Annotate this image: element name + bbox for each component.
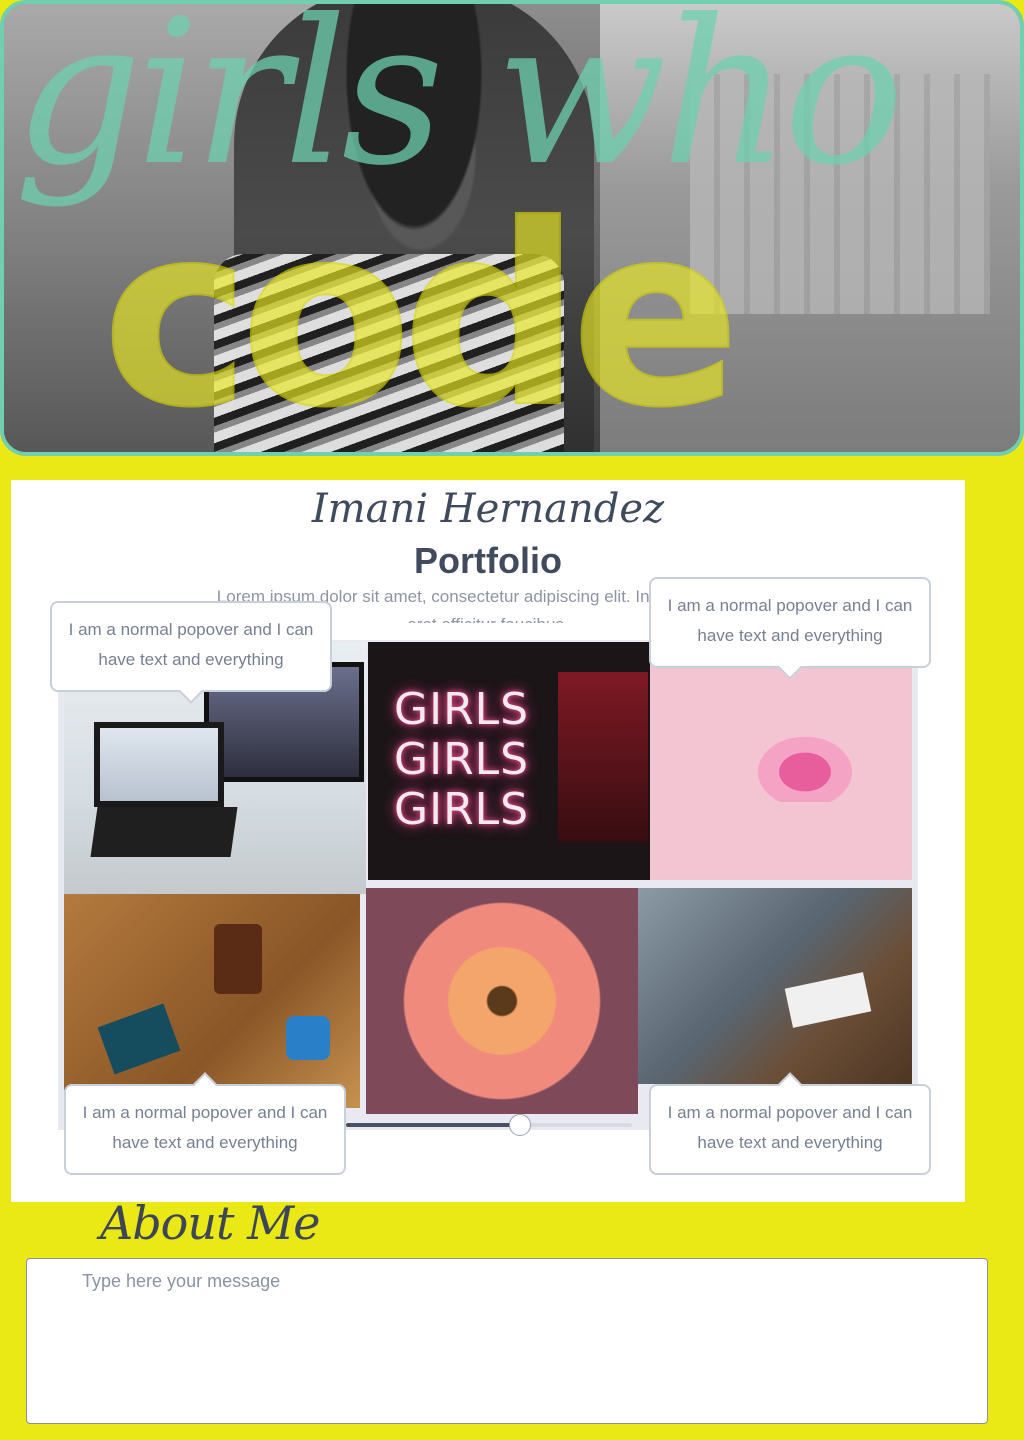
popover-bottom-right: I am a normal popover and I can have tex… xyxy=(649,1072,931,1175)
tablet-shape xyxy=(97,1003,181,1075)
popover-text: I am a normal popover and I can have tex… xyxy=(667,1103,913,1152)
portfolio-title: Portfolio xyxy=(414,540,562,581)
popover-text: I am a normal popover and I can have tex… xyxy=(68,620,314,669)
popover-top-right: I am a normal popover and I can have tex… xyxy=(649,577,931,680)
about-me-heading: About Me xyxy=(100,1196,320,1250)
gallery-image-desk[interactable] xyxy=(64,894,360,1108)
gallery-image-neon-sign[interactable]: GIRLS GIRLS GIRLS xyxy=(368,642,650,880)
neon-text-1: GIRLS xyxy=(394,684,530,735)
popover-text: I am a normal popover and I can have tex… xyxy=(82,1103,328,1152)
message-textarea[interactable] xyxy=(26,1258,988,1424)
paper-shape xyxy=(784,972,872,1028)
popover-bottom-left: I am a normal popover and I can have tex… xyxy=(64,1072,346,1175)
gallery-slider-fill xyxy=(346,1123,521,1127)
hero-banner: girls who code xyxy=(0,0,1024,456)
mug-shape xyxy=(286,1016,330,1060)
hero-block-text: code xyxy=(101,171,741,456)
coffee-press-shape xyxy=(214,924,262,994)
gallery-image-meeting[interactable] xyxy=(638,888,912,1084)
popover-top-left: I am a normal popover and I can have tex… xyxy=(50,601,332,704)
laptop-shape xyxy=(94,722,224,807)
neon-text-2: GIRLS xyxy=(394,734,530,785)
hero-script-text: girls who xyxy=(14,0,904,210)
neon-text-3: GIRLS xyxy=(394,784,530,835)
gallery-image-lips[interactable] xyxy=(650,642,912,880)
neon-red-glow xyxy=(558,672,648,842)
owner-name: Imani Hernandez xyxy=(311,486,665,532)
gallery-slider-handle[interactable] xyxy=(509,1114,532,1136)
gallery-slider[interactable] xyxy=(346,1114,632,1136)
lips-shape xyxy=(745,727,865,802)
image-gallery: GIRLS GIRLS GIRLS xyxy=(58,640,918,1130)
keyboard-shape xyxy=(90,807,238,857)
gallery-image-rose[interactable] xyxy=(366,888,638,1114)
popover-text: I am a normal popover and I can have tex… xyxy=(667,596,913,645)
